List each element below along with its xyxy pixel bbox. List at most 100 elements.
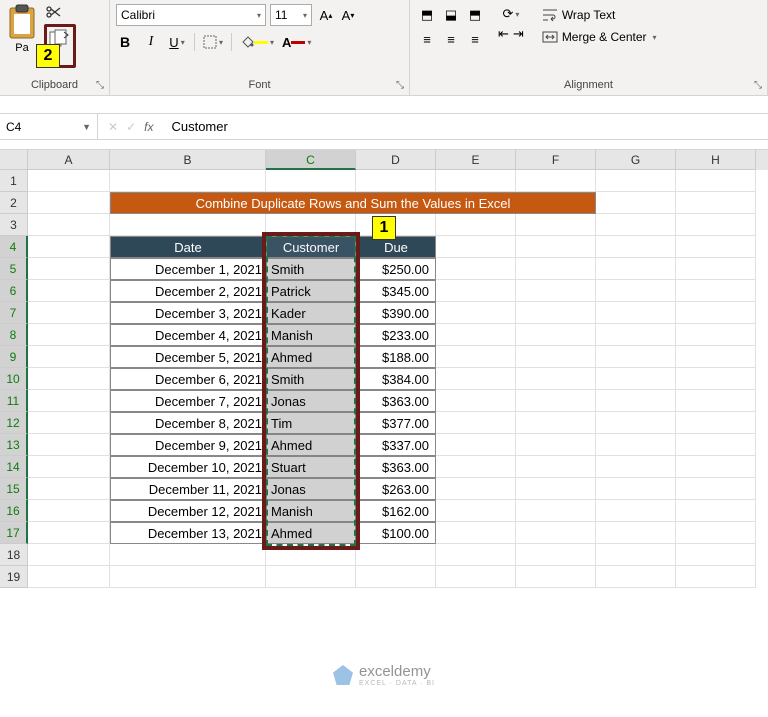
cell-customer[interactable]: Ahmed <box>266 522 356 544</box>
cell-due[interactable]: $100.00 <box>356 522 436 544</box>
decrease-font-button[interactable]: A▾ <box>338 5 358 25</box>
clipboard-launcher[interactable]: ⤡ <box>93 79 107 93</box>
cell-date[interactable]: December 4, 2021 <box>110 324 266 346</box>
cell-due[interactable]: $263.00 <box>356 478 436 500</box>
cell-date[interactable]: December 5, 2021 <box>110 346 266 368</box>
row-header[interactable]: 2 <box>0 192 28 214</box>
row-header[interactable]: 13 <box>0 434 28 456</box>
row-header[interactable]: 18 <box>0 544 28 566</box>
cell-customer[interactable]: Ahmed <box>266 434 356 456</box>
row-header[interactable]: 17 <box>0 522 28 544</box>
row-header[interactable]: 10 <box>0 368 28 390</box>
cell-due[interactable]: $377.00 <box>356 412 436 434</box>
spreadsheet-grid[interactable]: A B C D E F G H 12 Combine Duplicate Rows… <box>0 150 768 588</box>
cell-customer[interactable]: Kader <box>266 302 356 324</box>
align-top-button[interactable]: ⬒ <box>416 4 438 26</box>
cell-due[interactable]: $384.00 <box>356 368 436 390</box>
align-center-button[interactable]: ≡ <box>440 28 462 50</box>
cell-date[interactable]: December 1, 2021 <box>110 258 266 280</box>
col-header-a[interactable]: A <box>28 150 110 170</box>
cell-due[interactable]: $162.00 <box>356 500 436 522</box>
row-header[interactable]: 5 <box>0 258 28 280</box>
cell-customer[interactable]: Patrick <box>266 280 356 302</box>
col-header-f[interactable]: F <box>516 150 596 170</box>
cell-customer[interactable]: Manish <box>266 324 356 346</box>
name-box[interactable]: C4▼ <box>0 114 98 139</box>
wrap-text-button[interactable]: Wrap Text <box>538 6 661 24</box>
cell-due[interactable]: $233.00 <box>356 324 436 346</box>
cell-date[interactable]: December 2, 2021 <box>110 280 266 302</box>
font-size-select[interactable]: 11▾ <box>270 4 312 26</box>
col-header-b[interactable]: B <box>110 150 266 170</box>
cell-due[interactable]: $390.00 <box>356 302 436 324</box>
increase-font-button[interactable]: A▴ <box>316 5 336 25</box>
col-header-d[interactable]: D <box>356 150 436 170</box>
cell-customer[interactable]: Smith <box>266 258 356 280</box>
increase-indent-button[interactable]: ⇥ <box>513 26 524 42</box>
cell-date[interactable]: December 6, 2021 <box>110 368 266 390</box>
title-cell[interactable]: Combine Duplicate Rows and Sum the Value… <box>110 192 596 214</box>
row-header[interactable]: 1 <box>0 170 28 192</box>
cell-date[interactable]: December 13, 2021 <box>110 522 266 544</box>
row-header[interactable]: 7 <box>0 302 28 324</box>
cancel-formula-icon[interactable]: ✕ <box>108 120 118 134</box>
cell-due[interactable]: $337.00 <box>356 434 436 456</box>
enter-formula-icon[interactable]: ✓ <box>126 120 136 134</box>
cell-customer[interactable]: Ahmed <box>266 346 356 368</box>
cell-date[interactable]: December 10, 2021 <box>110 456 266 478</box>
italic-button[interactable]: I <box>142 32 160 52</box>
cell-date[interactable]: December 9, 2021 <box>110 434 266 456</box>
align-right-button[interactable]: ≡ <box>464 28 486 50</box>
cell-customer[interactable]: Jonas <box>266 478 356 500</box>
row-header[interactable]: 12 <box>0 412 28 434</box>
col-header-c[interactable]: C <box>266 150 356 170</box>
merge-center-button[interactable]: Merge & Center▾ <box>538 28 661 46</box>
cell-due[interactable]: $188.00 <box>356 346 436 368</box>
row-header[interactable]: 6 <box>0 280 28 302</box>
cell-customer[interactable]: Jonas <box>266 390 356 412</box>
row-header[interactable]: 4 <box>0 236 28 258</box>
align-middle-button[interactable]: ⬓ <box>440 4 462 26</box>
cell-customer[interactable]: Manish <box>266 500 356 522</box>
decrease-indent-button[interactable]: ⇤ <box>498 26 509 42</box>
header-due[interactable]: Due <box>356 236 436 258</box>
row-header[interactable]: 9 <box>0 346 28 368</box>
row-header[interactable]: 3 <box>0 214 28 236</box>
bold-button[interactable]: B <box>116 32 134 52</box>
row-header[interactable]: 11 <box>0 390 28 412</box>
cell-due[interactable]: $363.00 <box>356 390 436 412</box>
align-bottom-button[interactable]: ⬒ <box>464 4 486 26</box>
cell-due[interactable]: $250.00 <box>356 258 436 280</box>
select-all-corner[interactable] <box>0 150 28 170</box>
font-launcher[interactable]: ⤡ <box>393 79 407 93</box>
formula-input[interactable]: Customer <box>163 119 768 134</box>
col-header-e[interactable]: E <box>436 150 516 170</box>
fx-icon[interactable]: fx <box>144 120 153 134</box>
cell-customer[interactable]: Tim <box>266 412 356 434</box>
align-left-button[interactable]: ≡ <box>416 28 438 50</box>
fill-color-button[interactable]: ▾ <box>240 32 274 52</box>
header-date[interactable]: Date <box>110 236 266 258</box>
col-header-g[interactable]: G <box>596 150 676 170</box>
cell-date[interactable]: December 11, 2021 <box>110 478 266 500</box>
underline-button[interactable]: U▾ <box>168 32 186 52</box>
cell-date[interactable]: December 12, 2021 <box>110 500 266 522</box>
cell-date[interactable]: December 8, 2021 <box>110 412 266 434</box>
cell-due[interactable]: $363.00 <box>356 456 436 478</box>
col-header-h[interactable]: H <box>676 150 756 170</box>
alignment-launcher[interactable]: ⤡ <box>751 79 765 93</box>
cell-customer[interactable]: Smith <box>266 368 356 390</box>
borders-button[interactable]: ▾ <box>203 32 223 52</box>
cut-button[interactable] <box>44 2 64 22</box>
orientation-button[interactable]: ⟳▾ <box>498 6 524 22</box>
row-header[interactable]: 14 <box>0 456 28 478</box>
cell-date[interactable]: December 3, 2021 <box>110 302 266 324</box>
paste-button[interactable]: Pa <box>4 2 40 56</box>
row-header[interactable]: 19 <box>0 566 28 588</box>
cell-date[interactable]: December 7, 2021 <box>110 390 266 412</box>
font-name-select[interactable]: Calibri▾ <box>116 4 266 26</box>
row-header[interactable]: 16 <box>0 500 28 522</box>
row-header[interactable]: 8 <box>0 324 28 346</box>
cell-due[interactable]: $345.00 <box>356 280 436 302</box>
header-customer[interactable]: Customer <box>266 236 356 258</box>
